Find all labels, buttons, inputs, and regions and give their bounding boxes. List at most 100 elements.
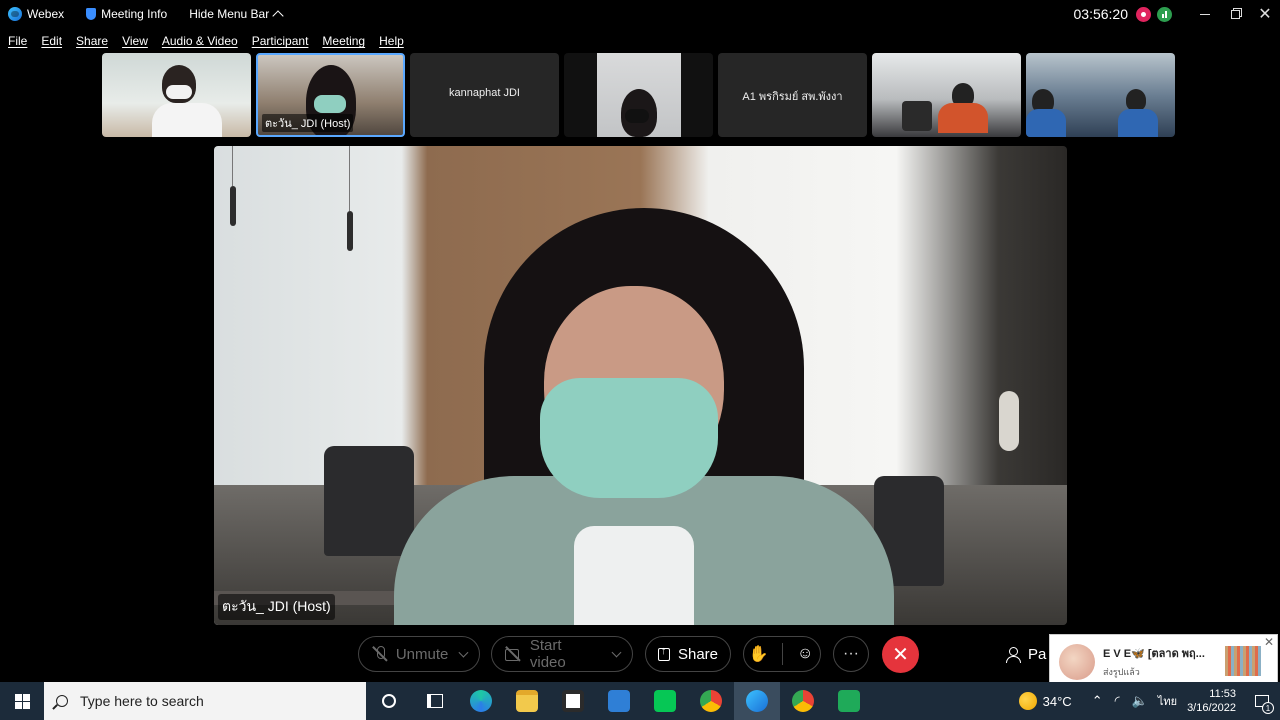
mail-icon bbox=[608, 690, 630, 712]
minimize-button[interactable] bbox=[1190, 0, 1220, 28]
end-call-button[interactable]: ✕ bbox=[882, 636, 919, 673]
participant-mask bbox=[166, 85, 192, 99]
search-placeholder: Type here to search bbox=[80, 693, 204, 709]
chair-shape bbox=[902, 101, 932, 131]
menu-meeting[interactable]: Meeting bbox=[322, 34, 365, 48]
toast-image bbox=[1225, 646, 1261, 676]
notification-count: 1 bbox=[1262, 702, 1274, 714]
participant-video-thumb-host[interactable]: ตะวัน_ JDI (Host) bbox=[256, 53, 405, 137]
thumb-name: kannaphat JDI bbox=[449, 87, 520, 99]
reactions-icon[interactable]: ☺ bbox=[790, 645, 820, 663]
chevron-down-icon[interactable] bbox=[458, 647, 469, 657]
share-screen-icon bbox=[658, 645, 670, 661]
chevron-up-icon[interactable]: ⌃ bbox=[1092, 693, 1103, 709]
participants-icon bbox=[1006, 646, 1021, 663]
camera-off-icon bbox=[504, 645, 522, 663]
app-name[interactable]: Webex bbox=[8, 7, 64, 21]
shield-icon bbox=[86, 8, 97, 20]
restore-icon bbox=[1230, 9, 1240, 19]
hide-menu-bar-button[interactable]: Hide Menu Bar bbox=[189, 7, 284, 22]
temperature[interactable]: 34°C bbox=[1043, 694, 1072, 709]
toast-subtitle: ส่งรูปแล้ว bbox=[1103, 667, 1140, 677]
task-view-icon bbox=[427, 694, 443, 708]
participant-video-thumb[interactable] bbox=[102, 53, 251, 137]
title-bar: Webex Meeting Info Hide Menu Bar 03:56:2… bbox=[0, 0, 1280, 28]
app-name-label: Webex bbox=[27, 7, 65, 21]
video-lamp bbox=[999, 391, 1019, 451]
wifi-icon[interactable]: ◜ bbox=[1115, 693, 1120, 709]
weather-icon[interactable] bbox=[1018, 692, 1037, 710]
start-button[interactable] bbox=[0, 682, 44, 720]
menu-participant[interactable]: Participant bbox=[252, 34, 309, 48]
participant-body bbox=[1026, 109, 1066, 137]
thumb-name-tag: ตะวัน_ JDI (Host) bbox=[262, 114, 354, 132]
pendant-lamp bbox=[347, 146, 353, 251]
line-icon bbox=[654, 690, 676, 712]
toast-title: E V E🦋 [ตลาด พฤ... bbox=[1103, 648, 1205, 660]
participant-body bbox=[1118, 109, 1158, 137]
taskbar-edge[interactable] bbox=[458, 682, 504, 720]
video-frame bbox=[597, 53, 681, 137]
language-indicator[interactable]: ไทย bbox=[1158, 692, 1177, 710]
more-options-button[interactable]: ··· bbox=[833, 636, 869, 672]
chevron-up-icon bbox=[272, 10, 284, 22]
system-tray: 34°C ⌃ ◜ 🔈 ไทย 11:53 3/16/2022 1 bbox=[1018, 682, 1280, 720]
menu-edit[interactable]: Edit bbox=[41, 34, 62, 48]
volume-icon[interactable]: 🔈 bbox=[1132, 693, 1148, 709]
taskbar-webex[interactable] bbox=[734, 682, 780, 720]
divider bbox=[781, 643, 783, 665]
participant-video-thumb[interactable] bbox=[1026, 53, 1175, 137]
start-video-button[interactable]: Start video bbox=[491, 636, 633, 672]
participant-name-thumb[interactable]: kannaphat JDI bbox=[410, 53, 559, 137]
taskbar-mail[interactable] bbox=[596, 682, 642, 720]
chevron-down-icon[interactable] bbox=[611, 647, 622, 657]
notification-toast[interactable]: E V E🦋 [ตลาด พฤ... ส่งรูปแล้ว ✕ bbox=[1049, 634, 1278, 686]
participant-video-thumb[interactable] bbox=[564, 53, 713, 137]
toast-avatar bbox=[1059, 644, 1095, 680]
reactions-group: ✋ ☺ bbox=[743, 636, 821, 672]
clock-date: 3/16/2022 bbox=[1187, 702, 1236, 714]
folder-icon bbox=[516, 690, 538, 712]
meeting-timer: 03:56:20 bbox=[1073, 6, 1129, 22]
taskbar-sheets[interactable] bbox=[826, 682, 872, 720]
unmute-button[interactable]: Unmute bbox=[358, 636, 480, 672]
close-button[interactable]: ✕ bbox=[1250, 0, 1280, 28]
meeting-info-button[interactable]: Meeting Info bbox=[86, 7, 167, 21]
menu-audio-video[interactable]: Audio & Video bbox=[162, 34, 238, 48]
raise-hand-icon[interactable]: ✋ bbox=[744, 644, 774, 664]
task-view-button[interactable] bbox=[412, 682, 458, 720]
menu-help[interactable]: Help bbox=[379, 34, 404, 48]
taskbar-store[interactable] bbox=[550, 682, 596, 720]
store-icon bbox=[562, 690, 584, 712]
taskbar-chrome[interactable] bbox=[688, 682, 734, 720]
action-center-button[interactable]: 1 bbox=[1244, 682, 1280, 720]
taskbar-explorer[interactable] bbox=[504, 682, 550, 720]
share-button[interactable]: Share bbox=[645, 636, 731, 672]
menu-bar: File Edit Share View Audio & Video Parti… bbox=[0, 30, 410, 52]
webex-icon bbox=[746, 690, 768, 712]
participant-name-thumb[interactable]: A1 พรกิรมย์ สพ.พังงา bbox=[718, 53, 867, 137]
menu-share[interactable]: Share bbox=[76, 34, 108, 48]
webex-logo-icon bbox=[8, 7, 22, 21]
video-chair bbox=[324, 446, 414, 556]
clock[interactable]: 11:53 3/16/2022 bbox=[1187, 687, 1236, 715]
share-label: Share bbox=[677, 645, 718, 663]
taskbar-search[interactable]: Type here to search bbox=[44, 682, 366, 720]
close-icon[interactable]: ✕ bbox=[1264, 635, 1274, 649]
cortana-button[interactable] bbox=[366, 682, 412, 720]
taskbar-line[interactable] bbox=[642, 682, 688, 720]
menu-view[interactable]: View bbox=[122, 34, 148, 48]
restore-button[interactable] bbox=[1220, 0, 1250, 28]
participant-body bbox=[152, 103, 222, 137]
taskbar-chrome-2[interactable] bbox=[780, 682, 826, 720]
chrome-icon bbox=[700, 690, 722, 712]
participant-video-thumb[interactable] bbox=[872, 53, 1021, 137]
speaker-mask bbox=[540, 378, 718, 498]
menu-file[interactable]: File bbox=[8, 34, 27, 48]
participant-mask bbox=[625, 109, 649, 123]
participants-button[interactable]: Pa bbox=[1006, 646, 1046, 663]
main-speaker-video[interactable]: ตะวัน_ JDI (Host) bbox=[214, 146, 1067, 625]
connection-icon[interactable] bbox=[1157, 6, 1172, 22]
recording-icon[interactable] bbox=[1136, 6, 1151, 22]
participants-label: Pa bbox=[1028, 646, 1047, 663]
